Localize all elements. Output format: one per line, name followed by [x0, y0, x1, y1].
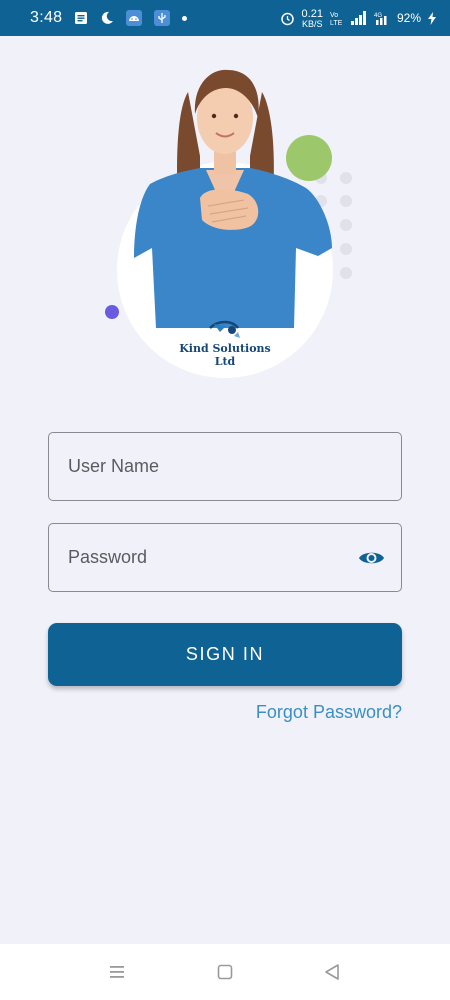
android-icon	[126, 10, 143, 26]
signal-icon	[350, 11, 367, 25]
status-bar: 3:48 0.21 KB/S Vo LTE 4G 92%	[0, 0, 450, 36]
notification-dot-icon	[182, 15, 188, 21]
charging-icon	[428, 11, 436, 25]
svg-text:Vo: Vo	[330, 12, 338, 19]
svg-text:LTE: LTE	[330, 20, 343, 26]
moon-icon	[100, 11, 114, 25]
net-speed-unit: KB/S	[302, 18, 323, 29]
brand-name: Kind Solutions Ltd	[179, 342, 271, 368]
usb-icon	[154, 10, 171, 26]
password-input[interactable]	[49, 524, 401, 591]
volte-icon: Vo LTE	[330, 10, 344, 26]
sign-in-button[interactable]: SIGN IN	[48, 623, 402, 686]
back-icon[interactable]	[322, 962, 342, 982]
notes-icon	[74, 11, 88, 25]
password-field[interactable]	[48, 523, 402, 592]
4g-icon: 4G	[374, 11, 390, 25]
home-icon[interactable]	[215, 962, 235, 982]
status-time: 3:48	[30, 9, 63, 26]
alarm-icon	[280, 11, 295, 26]
username-input[interactable]	[49, 433, 401, 500]
battery-level: 92%	[396, 11, 421, 25]
net-speed-value: 0.21	[301, 7, 323, 20]
forgot-password-link[interactable]: Forgot Password?	[256, 702, 402, 723]
hero-illustration: Kind Solutions Ltd	[0, 36, 450, 396]
eye-icon[interactable]	[357, 546, 385, 570]
username-field[interactable]	[48, 432, 402, 501]
purple-dot-decoration	[105, 305, 119, 319]
menu-icon[interactable]	[107, 962, 127, 982]
system-nav-bar	[0, 944, 450, 1000]
net-speed: 0.21 KB/S	[301, 7, 323, 29]
green-dot-decoration	[286, 135, 332, 181]
